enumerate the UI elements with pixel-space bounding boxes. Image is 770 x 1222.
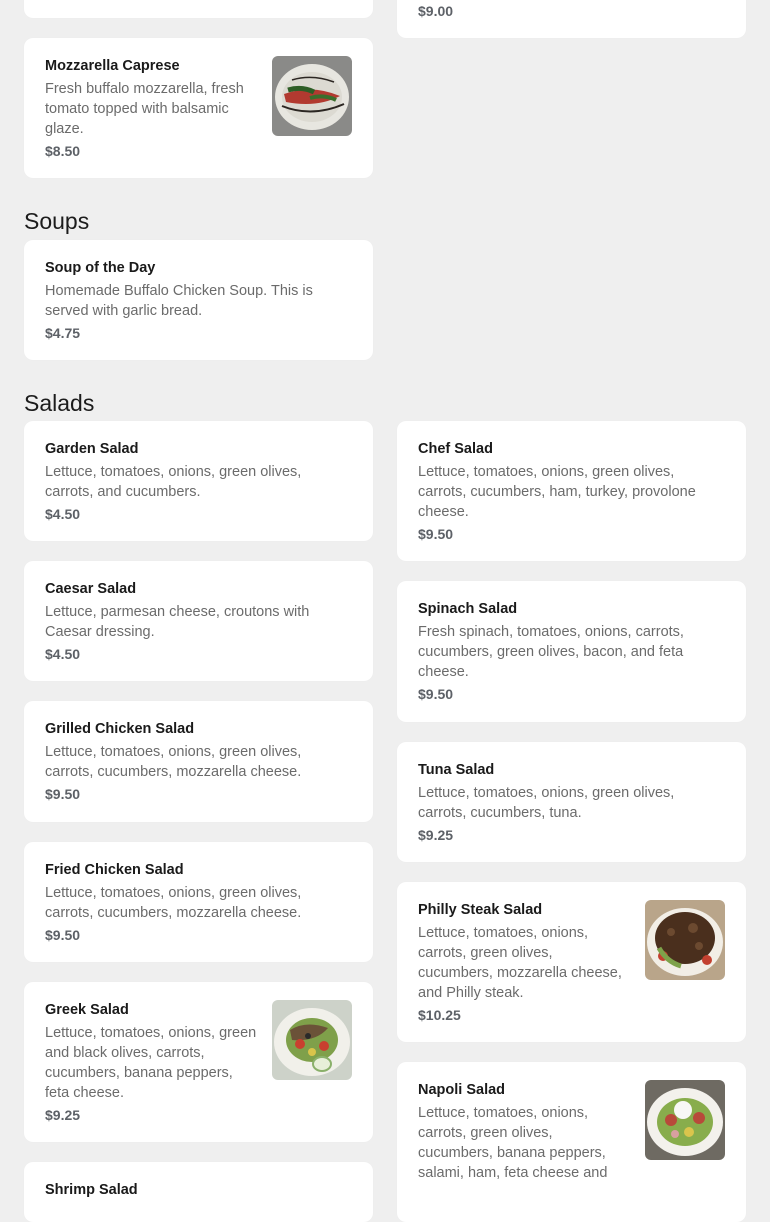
item-name: Philly Steak Salad xyxy=(418,902,543,918)
item-price: $10.25 xyxy=(418,1007,461,1023)
menu-item-tuna-salad[interactable]: Tuna Salad Lettuce, tomatoes, onions, gr… xyxy=(397,742,746,862)
menu-item-caesar-salad[interactable]: Caesar Salad Lettuce, parmesan cheese, c… xyxy=(24,561,373,681)
item-name: Chef Salad xyxy=(418,441,493,457)
item-price: $9.50 xyxy=(418,526,454,542)
menu-item-chef-salad[interactable]: Chef Salad Lettuce, tomatoes, onions, gr… xyxy=(397,421,746,561)
item-price: $9.50 xyxy=(45,786,81,802)
item-description: Fresh spinach, tomatoes, onions, carrots… xyxy=(418,624,684,680)
item-description: Lettuce, parmesan cheese, croutons with … xyxy=(45,604,310,640)
item-name: Mozzarella Caprese xyxy=(45,58,180,74)
item-price: $9.00 xyxy=(418,3,454,19)
item-description: Lettuce, tomatoes, onions, green olives,… xyxy=(418,785,675,821)
item-price: $9.25 xyxy=(418,827,454,843)
menu-item-grilled-chicken-salad[interactable]: Grilled Chicken Salad Lettuce, tomatoes,… xyxy=(24,701,373,822)
menu-item-greek-salad[interactable]: Greek Salad Lettuce, tomatoes, onions, g… xyxy=(24,982,373,1142)
menu-item-soup-of-the-day[interactable]: Soup of the Day Homemade Buffalo Chicken… xyxy=(24,240,373,360)
item-name: Caesar Salad xyxy=(45,581,137,597)
item-description: Lettuce, tomatoes, onions, carrots, gree… xyxy=(418,925,622,1001)
item-name: Greek Salad xyxy=(45,1002,129,1018)
item-description: Lettuce, tomatoes, onions, carrots, gree… xyxy=(418,1105,608,1181)
item-description: Homemade Buffalo Chicken Soup. This is s… xyxy=(45,283,313,319)
item-name: Shrimp Salad xyxy=(45,1182,138,1198)
item-price: $4.50 xyxy=(45,506,81,522)
item-price: $8.50 xyxy=(45,143,81,159)
item-price: $4.50 xyxy=(45,646,81,662)
item-name: Garden Salad xyxy=(45,441,139,457)
item-photo xyxy=(645,1080,725,1160)
item-description: Lettuce, tomatoes, onions, green olives,… xyxy=(45,885,302,921)
item-name: Grilled Chicken Salad xyxy=(45,721,195,737)
menu-item-shrimp-salad[interactable]: Shrimp Salad xyxy=(24,1162,373,1222)
item-price: $9.25 xyxy=(45,1107,81,1123)
menu-item-philly-steak-salad[interactable]: Philly Steak Salad Lettuce, tomatoes, on… xyxy=(397,882,746,1042)
menu-item-card-partial[interactable]: $9.00 xyxy=(397,0,746,38)
item-name: Fried Chicken Salad xyxy=(45,862,184,878)
item-name: Napoli Salad xyxy=(418,1082,506,1098)
menu-item-fried-chicken-salad[interactable]: Fried Chicken Salad Lettuce, tomatoes, o… xyxy=(24,842,373,962)
menu-item-card-partial[interactable] xyxy=(24,0,373,18)
item-description: Fresh buffalo mozzarella, fresh tomato t… xyxy=(45,81,244,137)
menu-item-napoli-salad[interactable]: Napoli Salad Lettuce, tomatoes, onions, … xyxy=(397,1062,746,1222)
menu-item-mozzarella-caprese[interactable]: Mozzarella Caprese Fresh buffalo mozzare… xyxy=(24,38,373,178)
item-description: Lettuce, tomatoes, onions, green and bla… xyxy=(45,1025,257,1101)
item-price: $9.50 xyxy=(45,927,81,943)
item-description: Lettuce, tomatoes, onions, green olives,… xyxy=(45,744,302,780)
menu-item-garden-salad[interactable]: Garden Salad Lettuce, tomatoes, onions, … xyxy=(24,421,373,541)
item-price: $4.75 xyxy=(45,325,81,341)
item-photo xyxy=(272,1000,352,1080)
item-description: Lettuce, tomatoes, onions, green olives,… xyxy=(45,464,302,500)
section-title-salads: Salads xyxy=(24,390,95,416)
item-name: Spinach Salad xyxy=(418,601,518,617)
item-price: $9.50 xyxy=(418,686,454,702)
item-photo xyxy=(272,56,352,136)
item-photo xyxy=(645,900,725,980)
section-title-soups: Soups xyxy=(24,208,90,234)
item-name: Soup of the Day xyxy=(45,260,156,276)
item-name: Tuna Salad xyxy=(418,762,495,778)
menu-item-spinach-salad[interactable]: Spinach Salad Fresh spinach, tomatoes, o… xyxy=(397,581,746,722)
item-description: Lettuce, tomatoes, onions, green olives,… xyxy=(418,464,696,520)
